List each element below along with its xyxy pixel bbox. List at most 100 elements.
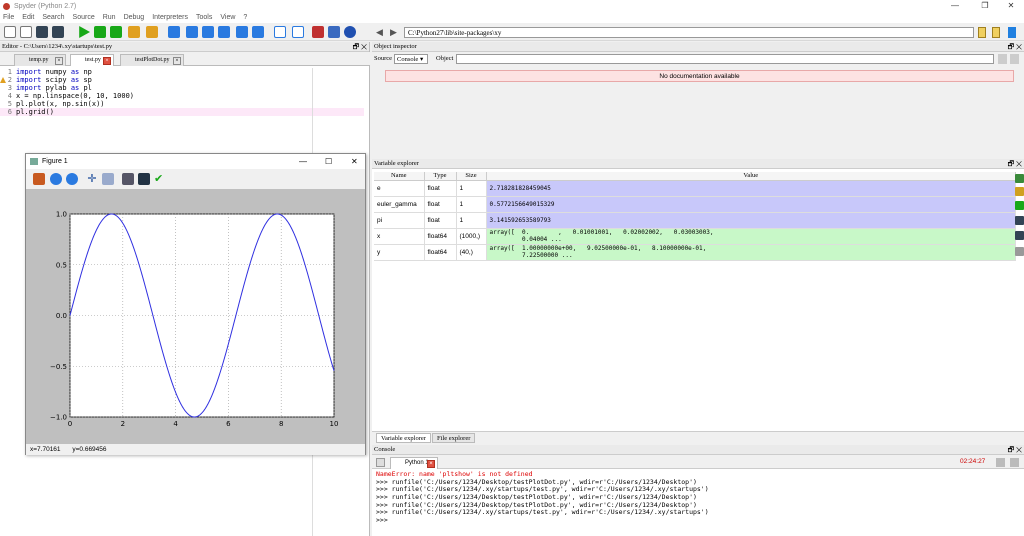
import-data-icon[interactable] — [1015, 174, 1024, 183]
code-line[interactable]: 4 x = np.linspace(0, 10, 1000) — [0, 92, 364, 100]
refresh-icon[interactable] — [1015, 231, 1024, 240]
back-icon[interactable] — [50, 173, 62, 185]
help-icon[interactable] — [344, 26, 356, 38]
debug-icon[interactable] — [146, 26, 158, 38]
variable-row[interactable]: x float64 (1000,) array([ 0. , 0.01001001, … — [374, 228, 1016, 245]
tab-test-py[interactable]: test.py × — [70, 54, 114, 66]
stop-debug-icon[interactable] — [252, 26, 264, 38]
tab-testplotdot-py[interactable]: testPlotDot.py × — [120, 54, 184, 66]
forward-arrow-icon[interactable]: ▶ — [390, 26, 402, 38]
y-tick-label: 0.0 — [56, 312, 67, 320]
figure-window[interactable]: Figure 1 — ☐ ✕ ✛ ✔ 0 2 4 6 8 10 1.0 0.5 0.0 −0.5 −… — [25, 153, 366, 455]
figure-minimize-button[interactable]: — — [299, 154, 307, 169]
restore-button[interactable]: ❐ — [972, 0, 998, 12]
save-icon[interactable] — [36, 26, 48, 38]
step-into-icon[interactable] — [186, 26, 198, 38]
console-kill-icon[interactable] — [1010, 458, 1019, 467]
console-output[interactable]: NameError: name 'pltshow' is not defined… — [376, 470, 1016, 525]
code-line[interactable]: 1 import numpy as np — [0, 68, 364, 76]
home-icon[interactable] — [33, 173, 45, 185]
parent-directory-icon[interactable] — [1008, 27, 1016, 38]
code-line[interactable]: 5 pl.plot(x, np.sin(x)) — [0, 100, 364, 108]
menu-view[interactable]: View — [220, 14, 235, 21]
code-token: import — [16, 84, 42, 92]
save-data-icon[interactable] — [1015, 187, 1024, 196]
variable-row[interactable]: pi float 1 3.141592653589793 — [374, 212, 1016, 229]
fullscreen-icon[interactable] — [292, 26, 304, 38]
menu-edit[interactable]: Edit — [22, 14, 34, 21]
menu-interpreters[interactable]: Interpreters — [152, 14, 188, 21]
console-options-icon[interactable] — [996, 458, 1005, 467]
column-value[interactable]: Value — [486, 172, 1016, 181]
close-console-icon[interactable]: × — [427, 460, 435, 468]
tab-temp-py[interactable]: temp.py × — [14, 54, 66, 66]
variable-explorer-controls[interactable]: 🗗 ✕ — [1008, 159, 1022, 169]
maximize-pane-icon[interactable] — [274, 26, 286, 38]
options-icon[interactable] — [998, 54, 1007, 64]
debug-step-icon[interactable] — [168, 26, 180, 38]
save-data-as-icon[interactable] — [1015, 201, 1024, 210]
close-tab-icon[interactable]: × — [173, 57, 181, 65]
variable-type: float — [424, 180, 457, 197]
run-config-icon[interactable] — [128, 26, 140, 38]
menu-file[interactable]: File — [3, 14, 14, 21]
menu-run[interactable]: Run — [103, 14, 116, 21]
tab-variable-explorer[interactable]: Variable explorer — [376, 433, 431, 443]
object-inspector-controls[interactable]: 🗗 ✕ — [1008, 42, 1022, 52]
x-tick-label: 6 — [226, 420, 231, 428]
new-console-icon[interactable] — [376, 458, 385, 467]
pan-icon[interactable]: ✛ — [86, 173, 98, 185]
tab-file-explorer[interactable]: File explorer — [432, 433, 476, 443]
continue-icon[interactable] — [218, 26, 230, 38]
set-directory-icon[interactable] — [992, 27, 1000, 38]
close-tab-icon[interactable]: × — [55, 57, 63, 65]
remove-all-icon[interactable] — [1015, 216, 1024, 225]
column-type[interactable]: Type — [424, 172, 457, 181]
object-input[interactable] — [456, 54, 994, 64]
python-path-icon[interactable] — [328, 26, 340, 38]
close-button[interactable]: ✕ — [998, 0, 1024, 12]
plot-area[interactable]: 0 2 4 6 8 10 1.0 0.5 0.0 −0.5 −1.0 — [26, 189, 365, 444]
figure-maximize-button[interactable]: ☐ — [325, 154, 332, 169]
new-file-icon[interactable] — [4, 26, 16, 38]
run-cell-icon[interactable] — [110, 26, 122, 38]
run-icon[interactable] — [79, 26, 90, 38]
continue-run-icon[interactable] — [236, 26, 248, 38]
save-all-icon[interactable] — [52, 26, 64, 38]
console-controls[interactable]: 🗗 ✕ — [1008, 445, 1022, 455]
minimize-button[interactable]: — — [942, 0, 968, 12]
lock-icon[interactable] — [1010, 54, 1019, 64]
save-figure-icon[interactable] — [138, 173, 150, 185]
open-file-icon[interactable] — [20, 26, 32, 38]
subplots-icon[interactable] — [122, 173, 134, 185]
back-arrow-icon[interactable]: ◀ — [376, 26, 388, 38]
sine-chart: 0 2 4 6 8 10 1.0 0.5 0.0 −0.5 −1.0 — [50, 211, 338, 429]
variable-row[interactable]: y float64 (40,) array([ 1.00000000e+00, 9.0… — [374, 244, 1016, 261]
source-select[interactable]: Console ▾ — [394, 54, 428, 64]
variable-row[interactable]: e float 1 2.718281828459045 — [374, 180, 1016, 197]
run-selection-icon[interactable] — [94, 26, 106, 38]
close-tab-icon[interactable]: × — [103, 57, 111, 65]
forward-icon[interactable] — [66, 173, 78, 185]
menu-source[interactable]: Source — [73, 14, 95, 21]
tools-icon[interactable] — [312, 26, 324, 38]
menu-search[interactable]: Search — [42, 14, 64, 21]
menu-tools[interactable]: Tools — [196, 14, 212, 21]
code-line[interactable]: 2 import scipy as sp — [0, 76, 364, 84]
code-line[interactable]: 3 import pylab as pl — [0, 84, 364, 92]
tab-python-1[interactable]: Python 1 × — [390, 457, 438, 469]
editor-pane-controls[interactable]: 🗗 ✕ — [353, 42, 367, 52]
menu-debug[interactable]: Debug — [124, 14, 145, 21]
figure-close-button[interactable]: ✕ — [351, 154, 358, 169]
working-directory-input[interactable]: C:\Python27\lib\site-packages\xy — [404, 27, 974, 38]
variable-row[interactable]: euler_gamma float 1 0.5772156649015329 — [374, 196, 1016, 213]
column-size[interactable]: Size — [456, 172, 487, 181]
menu-help[interactable]: ? — [243, 14, 247, 21]
code-line[interactable]: 6 pl.grid() — [0, 108, 364, 116]
browse-folder-icon[interactable] — [978, 27, 986, 38]
step-return-icon[interactable] — [202, 26, 214, 38]
edit-parameters-icon[interactable]: ✔ — [154, 173, 166, 185]
zoom-icon[interactable] — [102, 173, 114, 185]
options-menu-icon[interactable] — [1015, 247, 1024, 256]
column-name[interactable]: Name — [374, 172, 425, 181]
